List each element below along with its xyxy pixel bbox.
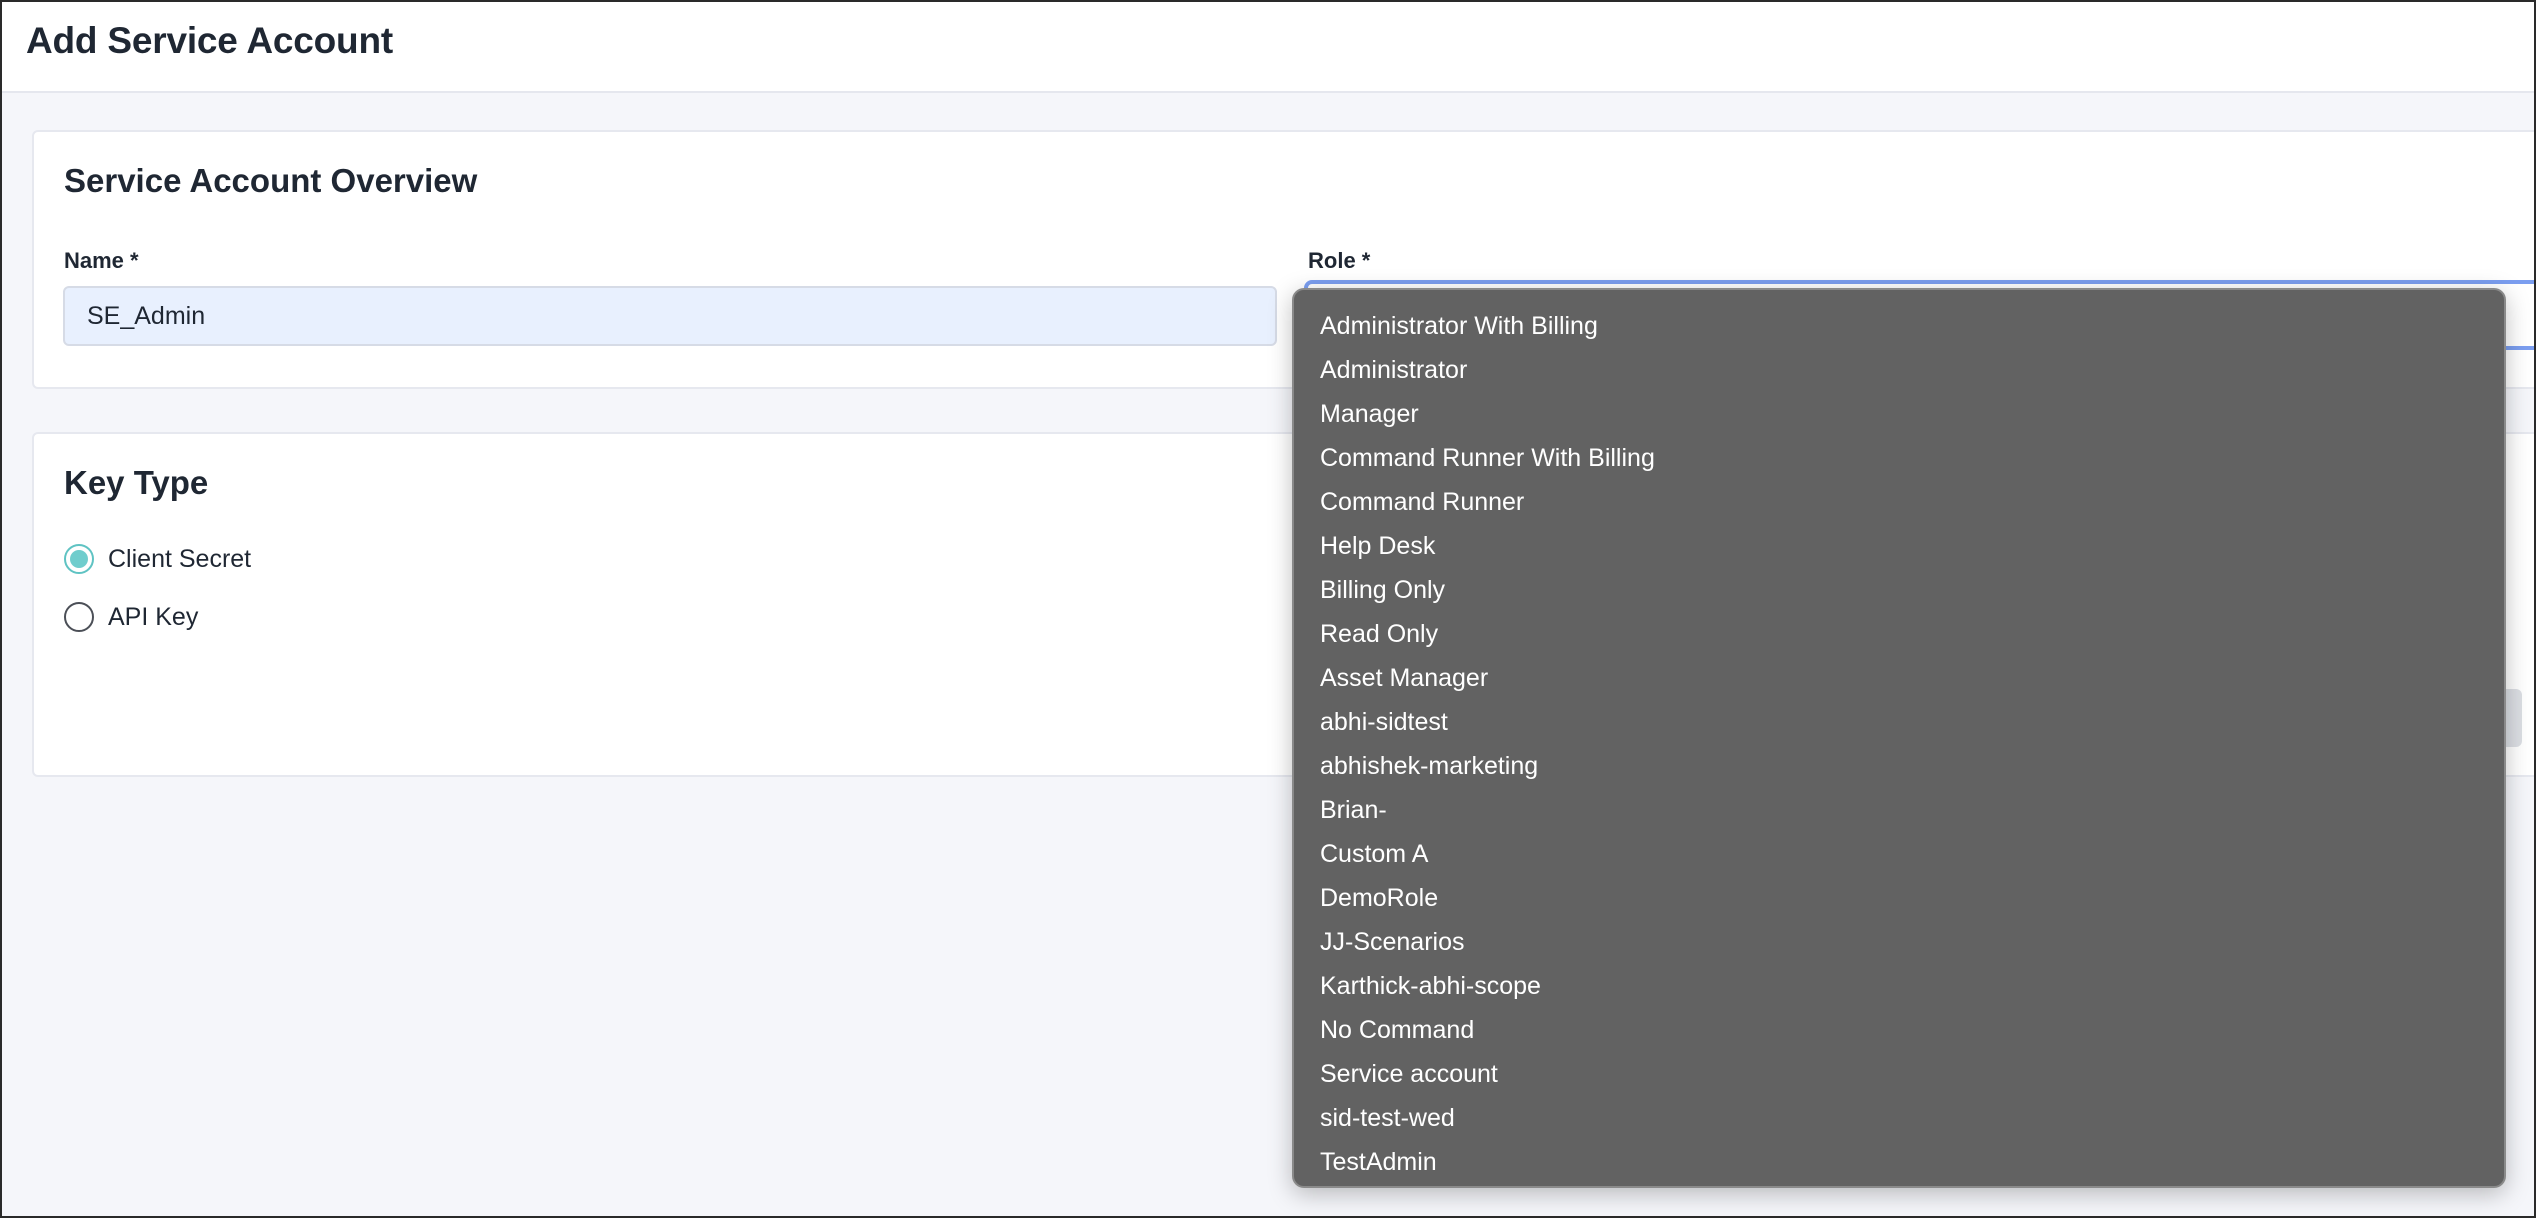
role-option[interactable]: DemoRole — [1294, 876, 2504, 920]
role-dropdown-menu[interactable]: Administrator With Billing Administrator… — [1292, 288, 2506, 1188]
role-option[interactable]: Asset Manager — [1294, 656, 2504, 700]
api-key-label: API Key — [108, 602, 199, 631]
role-option[interactable]: TestAdmin — [1294, 1140, 2504, 1184]
role-option[interactable]: Karthick-abhi-scope — [1294, 964, 2504, 1008]
api-key-radio[interactable] — [64, 602, 94, 632]
overview-section-title: Service Account Overview — [64, 162, 478, 199]
role-option[interactable]: Administrator With Billing — [1294, 304, 2504, 348]
role-label: Role * — [1308, 248, 1371, 273]
page-header: Add Service Account — [2, 2, 2534, 93]
client-secret-label: Client Secret — [108, 544, 252, 573]
key-type-title: Key Type — [64, 464, 209, 501]
role-option[interactable]: abhishek-marketing — [1294, 744, 2504, 788]
name-input[interactable] — [63, 286, 1277, 346]
page-title: Add Service Account — [26, 20, 393, 61]
role-option[interactable]: Read Only — [1294, 612, 2504, 656]
role-option[interactable]: Brian- — [1294, 788, 2504, 832]
api-key-option[interactable]: API Key — [64, 602, 198, 632]
name-label: Name * — [64, 248, 139, 273]
role-option[interactable]: JJ-Scenarios — [1294, 920, 2504, 964]
role-option[interactable]: Administrator — [1294, 348, 2504, 392]
role-option[interactable]: Help Desk — [1294, 524, 2504, 568]
role-option[interactable]: Billing Only — [1294, 568, 2504, 612]
role-option[interactable]: No Command — [1294, 1008, 2504, 1052]
client-secret-option[interactable]: Client Secret — [64, 544, 251, 574]
role-option[interactable]: Custom A — [1294, 832, 2504, 876]
role-option[interactable]: Service account — [1294, 1052, 2504, 1096]
app-window: Add Service Account Service Account Over… — [0, 0, 2536, 1218]
role-option[interactable]: abhi-sidtest — [1294, 700, 2504, 744]
role-option[interactable]: Command Runner — [1294, 480, 2504, 524]
client-secret-radio[interactable] — [64, 544, 94, 574]
role-option[interactable]: sid-test-wed — [1294, 1096, 2504, 1140]
role-option[interactable]: Command Runner With Billing — [1294, 436, 2504, 480]
role-option[interactable]: Manager — [1294, 392, 2504, 436]
